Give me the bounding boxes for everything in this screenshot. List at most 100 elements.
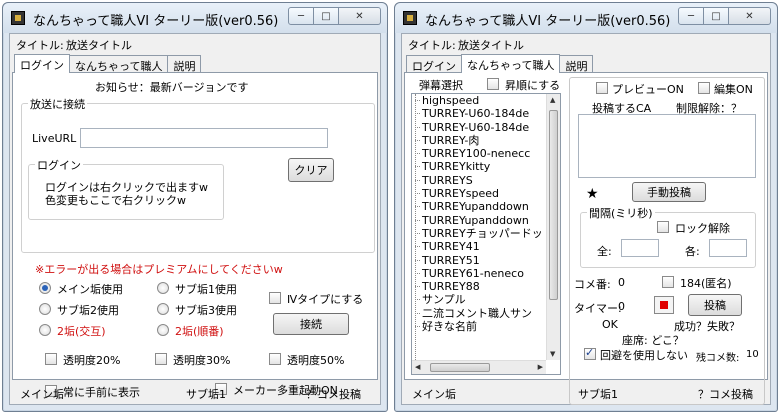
- bullet-list-item[interactable]: TURREYS: [412, 174, 546, 187]
- maximize-button[interactable]: □: [314, 7, 339, 25]
- stop-button[interactable]: [654, 296, 674, 314]
- post-panel: プレビューON 編集ON 投稿するCA 制限解除：？ ★ 手動投稿 間隔(ミリ秒…: [569, 77, 765, 405]
- opacity20-label: 透明度20%: [63, 354, 121, 367]
- lock-release-checkbox[interactable]: [657, 221, 669, 233]
- scroll-right-icon[interactable]: ▶: [538, 363, 543, 371]
- horizontal-scroll-thumb[interactable]: [430, 363, 490, 372]
- ca-textarea[interactable]: [578, 114, 756, 178]
- radio-sub3-account-label: サブ垢3使用: [175, 304, 237, 317]
- status-sub-account: サブ垢1: [578, 388, 618, 401]
- tab-nanchatte[interactable]: なんちゃって職人: [461, 54, 561, 73]
- scroll-left-icon[interactable]: ◀: [415, 363, 420, 371]
- bullet-list-item[interactable]: 二流コメント職人サン: [412, 307, 546, 320]
- seat-text: 座席: どこ？: [622, 334, 684, 347]
- liveurl-input[interactable]: [80, 128, 328, 148]
- bullet-list-item[interactable]: TURREY-U60-184de: [412, 107, 546, 120]
- manual-post-button[interactable]: 手動投稿: [632, 182, 706, 202]
- radio-sub2-account[interactable]: [39, 303, 51, 315]
- radio-sub1-account-label: サブ垢1使用: [175, 283, 237, 296]
- close-button[interactable]: ✕: [729, 7, 771, 25]
- bullet-list-item[interactable]: TURREY88: [412, 280, 546, 293]
- title-bar[interactable]: なんちゃって職人VI ターリー版(ver0.56) ─ □ ✕: [3, 3, 387, 33]
- maximize-button[interactable]: □: [704, 7, 729, 25]
- clear-button[interactable]: クリア: [288, 158, 334, 182]
- bullet-list-item[interactable]: TURREYupanddown: [412, 214, 546, 227]
- comment-number-label: コメ番:: [574, 278, 611, 291]
- bullet-list-item[interactable]: TURREY51: [412, 254, 546, 267]
- scroll-up-icon[interactable]: ▲: [550, 96, 555, 104]
- bullet-list-item[interactable]: TURREY61-neneco: [412, 267, 546, 280]
- anon184-checkbox[interactable]: [662, 276, 674, 288]
- bullet-list-item[interactable]: TURREYupanddown: [412, 200, 546, 213]
- login-group: ログイン ログインは右クリックで出ますw 色変更もここで右クリックw: [28, 157, 224, 220]
- radio-two-alternate[interactable]: [39, 324, 51, 336]
- ascending-label: 昇順にする: [505, 79, 561, 92]
- notice-text: お知らせ：最新バージョンです: [95, 81, 249, 94]
- bullet-list-item[interactable]: highspeed: [412, 94, 546, 107]
- minimize-button[interactable]: ─: [678, 7, 704, 25]
- radio-main-account[interactable]: [39, 282, 51, 294]
- bullet-list-item[interactable]: TURREY100-nenecc: [412, 147, 546, 160]
- window-content: タイトル: 放送タイトル ログイン なんちゃって職人 説明 弾幕選択 昇順にする…: [401, 33, 771, 405]
- bullet-list-item[interactable]: TURREYkitty: [412, 160, 546, 173]
- horizontal-scrollbar[interactable]: ◀ ▶: [412, 360, 546, 374]
- ascending-checkbox[interactable]: [487, 78, 499, 90]
- minimize-icon: ─: [687, 10, 695, 22]
- login-tab-panel: お知らせ：最新バージョンです 放送に接続 LiveURL ログイン ログインは右…: [12, 72, 378, 399]
- opacity30-checkbox[interactable]: [155, 353, 167, 365]
- window-title: なんちゃって職人VI ターリー版(ver0.56): [33, 14, 279, 29]
- tab-login[interactable]: ログイン: [14, 54, 70, 73]
- avoid-checkbox[interactable]: [584, 346, 596, 360]
- bullet-list-item[interactable]: TURREY-U60-184de: [412, 121, 546, 134]
- status-sub-account: サブ垢1: [186, 388, 226, 401]
- bullet-list[interactable]: highspeed TURREY-U60-184de TURREY-U60-184d…: [411, 93, 561, 375]
- app-icon: [403, 11, 417, 25]
- interval-each-input[interactable]: [709, 239, 747, 257]
- login-group-label: ログイン: [35, 157, 83, 173]
- tab-login[interactable]: ログイン: [406, 55, 462, 73]
- scroll-down-icon[interactable]: ▼: [550, 350, 555, 358]
- vertical-scrollbar[interactable]: ▲ ▼: [546, 94, 560, 360]
- preview-checkbox[interactable]: [596, 82, 608, 94]
- success-fail-text: 成功？失敗？: [674, 320, 740, 333]
- radio-two-alternate-label: 2垢(交互): [57, 325, 106, 338]
- maximize-icon: □: [711, 10, 721, 22]
- interval-all-input[interactable]: [621, 239, 659, 257]
- close-icon: ✕: [355, 10, 364, 22]
- status-comment: ？コメ投稿: [698, 388, 753, 401]
- ok-text: OK: [602, 318, 618, 331]
- bullet-list-item[interactable]: 好きな名前: [412, 320, 546, 333]
- close-icon: ✕: [745, 10, 754, 22]
- login-window: なんちゃって職人VI ターリー版(ver0.56) ─ □ ✕ タイトル: 放送…: [2, 2, 388, 412]
- radio-sub1-account[interactable]: [157, 282, 169, 294]
- radio-two-sequential[interactable]: [157, 324, 169, 336]
- tab-description[interactable]: 説明: [167, 55, 202, 73]
- edit-checkbox[interactable]: [698, 82, 710, 94]
- timer-label: タイマー:: [574, 302, 622, 315]
- connect-button[interactable]: 接続: [273, 313, 349, 335]
- bullet-list-item[interactable]: TURREY-肉: [412, 134, 546, 147]
- broadcast-group-label: 放送に接続: [28, 96, 87, 112]
- minimize-button[interactable]: ─: [288, 7, 314, 25]
- bullet-list-item[interactable]: サンプル: [412, 293, 546, 306]
- iv-type-checkbox[interactable]: [269, 292, 281, 304]
- opacity50-label: 透明度50%: [287, 354, 345, 367]
- radio-sub3-account[interactable]: [157, 303, 169, 315]
- remaining-label: 残コメ数:: [696, 353, 740, 364]
- opacity20-checkbox[interactable]: [45, 353, 57, 365]
- post-button[interactable]: 投稿: [688, 294, 742, 316]
- radio-main-account-label: メイン垢使用: [57, 283, 123, 296]
- opacity50-checkbox[interactable]: [269, 353, 281, 365]
- interval-group: 間隔(ミリ秒) ロック解除 全: 各:: [580, 205, 756, 268]
- bullet-list-item[interactable]: TURREYチョッパードッ: [412, 227, 546, 240]
- tab-nanchatte[interactable]: なんちゃって職人: [69, 55, 169, 73]
- title-value: 放送タイトル: [458, 39, 524, 52]
- close-button[interactable]: ✕: [339, 7, 381, 25]
- status-bar: メイン垢 サブ垢1 ？コメ投稿: [402, 382, 770, 404]
- tab-description[interactable]: 説明: [559, 55, 594, 73]
- bullet-list-item[interactable]: TURREY41: [412, 240, 546, 253]
- title-bar[interactable]: なんちゃって職人VI ターリー版(ver0.56) ─ □ ✕: [395, 3, 777, 33]
- vertical-scroll-thumb[interactable]: [549, 110, 558, 300]
- bullet-list-item[interactable]: TURREYspeed: [412, 187, 546, 200]
- status-main-account: メイン垢: [412, 388, 456, 401]
